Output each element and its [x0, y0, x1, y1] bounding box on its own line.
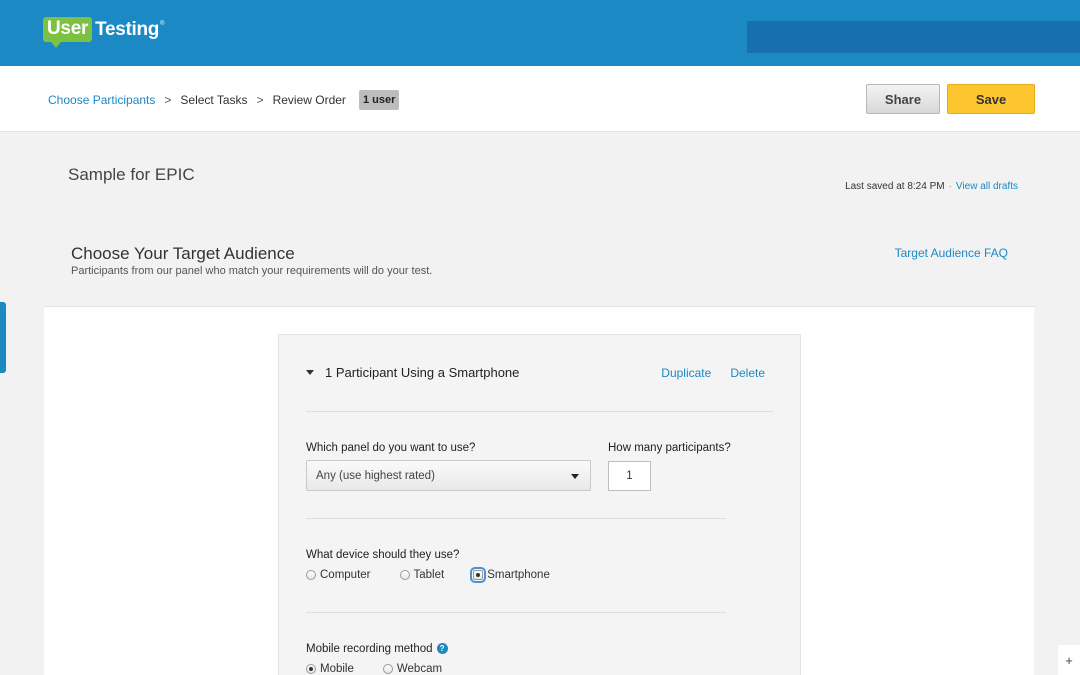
last-saved-text: Last saved at 8:24 PM: [845, 181, 945, 192]
device-radio-group: Computer Tablet Smartphone: [306, 567, 550, 583]
count-question-label: How many participants?: [608, 442, 731, 454]
recording-option-webcam[interactable]: Webcam: [382, 663, 443, 675]
target-audience-panel: Choose Your Target Audience Participants…: [44, 217, 1034, 675]
radio-tablet[interactable]: [399, 570, 410, 580]
divider: [306, 411, 773, 412]
collapse-caret-icon[interactable]: [306, 370, 314, 375]
panel-subtitle: Participants from our panel who match yo…: [71, 265, 433, 277]
top-header: User Testing ®: [0, 0, 1080, 66]
panel-question-label: Which panel do you want to use?: [306, 442, 476, 454]
header-nav-area: [747, 21, 1080, 53]
page-title: Sample for EPIC: [68, 165, 195, 184]
radio-smartphone[interactable]: [470, 567, 487, 583]
side-feedback-tab[interactable]: [0, 302, 6, 373]
last-saved-status: Last saved at 8:24 PM · View all drafts: [845, 181, 1018, 192]
duplicate-link[interactable]: Duplicate: [661, 366, 711, 380]
breadcrumb-separator: >: [164, 93, 172, 107]
device-option-tablet[interactable]: Tablet: [399, 569, 445, 581]
view-all-drafts-link[interactable]: View all drafts: [956, 181, 1018, 192]
panel-header: Choose Your Target Audience Participants…: [44, 217, 1034, 307]
chevron-down-icon: [571, 474, 579, 479]
target-audience-faq-link[interactable]: Target Audience FAQ: [895, 246, 1008, 260]
radio-computer[interactable]: [306, 570, 316, 580]
participant-count-input[interactable]: 1: [608, 461, 651, 491]
breadcrumb: Choose Participants > Select Tasks > Rev…: [48, 90, 400, 110]
delete-link[interactable]: Delete: [730, 366, 765, 380]
radio-webcam[interactable]: [382, 664, 393, 674]
panel-select[interactable]: Any (use highest rated): [306, 460, 591, 491]
radio-label-computer: Computer: [320, 569, 371, 581]
breadcrumb-bar: Choose Participants > Select Tasks > Rev…: [0, 66, 1080, 132]
last-saved-separator: ·: [948, 181, 952, 192]
radio-label-mobile: Mobile: [320, 663, 354, 675]
radio-label-smartphone: Smartphone: [487, 569, 550, 581]
group-title[interactable]: 1 Participant Using a Smartphone: [325, 365, 519, 380]
breadcrumb-select-tasks[interactable]: Select Tasks: [180, 93, 247, 107]
logo-user-text: User: [43, 17, 93, 48]
group-actions: Duplicate Delete: [661, 366, 772, 380]
recording-option-mobile[interactable]: Mobile: [306, 663, 354, 675]
breadcrumb-review-order[interactable]: Review Order: [273, 93, 346, 107]
plus-icon[interactable]: +: [1058, 645, 1080, 675]
logo-trademark: ®: [160, 21, 165, 27]
user-count-badge: 1 user: [358, 90, 400, 110]
radio-mobile[interactable]: [306, 664, 316, 674]
divider: [306, 518, 726, 519]
share-button[interactable]: Share: [866, 84, 940, 114]
breadcrumb-separator: >: [256, 93, 264, 107]
radio-label-tablet: Tablet: [413, 569, 445, 581]
device-question-label: What device should they use?: [306, 549, 460, 561]
radio-label-webcam: Webcam: [396, 663, 443, 675]
device-option-smartphone[interactable]: Smartphone: [470, 567, 550, 583]
breadcrumb-choose-participants[interactable]: Choose Participants: [48, 93, 155, 107]
group-header: 1 Participant Using a Smartphone Duplica…: [306, 365, 772, 380]
recording-question-text: Mobile recording method: [306, 643, 433, 655]
divider: [306, 612, 726, 613]
recording-question-label: Mobile recording method?: [306, 643, 448, 655]
usertesting-logo[interactable]: User Testing ®: [43, 17, 165, 48]
panel-title: Choose Your Target Audience: [71, 244, 295, 263]
panel-select-value: Any (use highest rated): [316, 469, 435, 482]
save-button[interactable]: Save: [947, 84, 1035, 114]
device-option-computer[interactable]: Computer: [306, 569, 371, 581]
participant-group-card: 1 Participant Using a Smartphone Duplica…: [278, 334, 801, 675]
logo-testing-text: Testing: [95, 18, 160, 40]
help-icon[interactable]: ?: [436, 643, 448, 655]
recording-radio-group: Mobile Webcam: [306, 663, 442, 675]
